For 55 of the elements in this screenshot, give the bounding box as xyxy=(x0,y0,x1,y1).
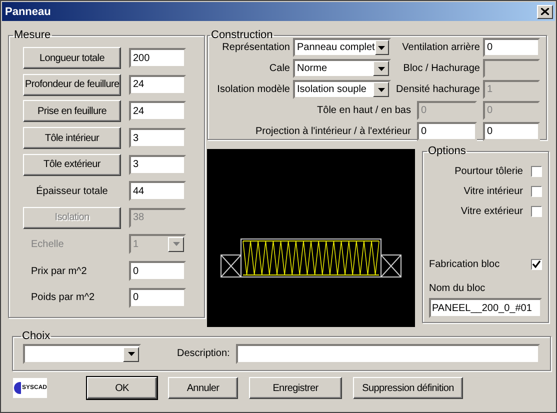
field-label: Densité hachurage xyxy=(395,84,480,95)
measure-label: Épaisseur totale xyxy=(36,186,108,197)
input-field[interactable]: 0 xyxy=(483,122,540,141)
choice-dropdown[interactable] xyxy=(23,344,141,364)
field-label: Représentation xyxy=(221,42,290,53)
input-field[interactable]: 0 xyxy=(483,38,540,57)
measure-field[interactable]: 0 xyxy=(129,261,186,282)
measure-button[interactable]: Longueur totale xyxy=(23,47,121,70)
measure-button[interactable]: Prise en feuillure xyxy=(23,100,121,122)
dropdown[interactable]: Isolation souple xyxy=(293,80,391,99)
field-label: Nom du bloc xyxy=(429,282,486,294)
measure-button[interactable]: Tôle extérieur xyxy=(23,154,121,176)
measure-label: Echelle xyxy=(31,238,64,250)
dropdown[interactable]: Panneau complet xyxy=(293,38,391,57)
measure-label: Prix par m^2 xyxy=(31,266,87,277)
field-label: Description: xyxy=(177,348,230,359)
dialog-button[interactable]: Annuler xyxy=(168,377,238,399)
window-title: Panneau xyxy=(5,6,51,18)
field-label: Cale xyxy=(268,63,290,74)
group-title: Construction xyxy=(210,30,274,41)
measure-field[interactable]: 24 xyxy=(129,101,186,122)
measure-field[interactable]: 200 xyxy=(129,48,186,68)
group-title: Mesure xyxy=(13,30,52,41)
field-label: Projection à l'intérieur / à l'extérieur xyxy=(255,126,411,137)
group-title: Choix xyxy=(21,331,52,342)
measure-field[interactable]: 44 xyxy=(129,181,186,202)
description-field[interactable] xyxy=(236,344,540,364)
dialog-button[interactable]: OK xyxy=(87,377,157,399)
block-name-field[interactable]: PANEEL__200_0_#01 xyxy=(429,298,542,318)
field-label: Tôle en haut / en bas xyxy=(317,105,411,116)
group-title: Options xyxy=(427,146,467,157)
checkbox[interactable] xyxy=(531,186,542,196)
checkbox-label: Vitre intérieur xyxy=(464,186,523,196)
dropdown[interactable]: Norme xyxy=(293,59,391,78)
checkbox[interactable] xyxy=(531,166,542,176)
dialog-button[interactable]: Enregistrer xyxy=(249,377,342,399)
close-icon xyxy=(541,8,549,15)
measure-field[interactable]: 24 xyxy=(129,74,186,95)
checkbox[interactable] xyxy=(531,258,542,270)
measure-button[interactable]: Profondeur de feuillure xyxy=(23,74,121,96)
checkbox-label: Fabrication bloc xyxy=(429,258,500,270)
close-button[interactable] xyxy=(537,4,553,18)
field-label: Ventilation arrière xyxy=(401,42,480,53)
checkbox[interactable] xyxy=(531,206,542,216)
dialog-button[interactable]: Suppression définition xyxy=(353,377,463,399)
field-label: Isolation modèle xyxy=(216,84,290,95)
measure-field[interactable]: 3 xyxy=(129,128,186,148)
checkbox-label: Pourtour tôlerie xyxy=(454,166,523,176)
measure-field[interactable]: 0 xyxy=(129,288,186,308)
measure-button[interactable]: Tôle intérieur xyxy=(23,127,121,150)
checkbox-label: Vitre extérieur xyxy=(460,206,523,216)
measure-label: Poids par m^2 xyxy=(31,292,95,304)
measure-field[interactable]: 3 xyxy=(129,154,186,175)
input-field[interactable]: 0 xyxy=(417,122,477,141)
field-label: Bloc / Hachurage xyxy=(402,63,480,74)
